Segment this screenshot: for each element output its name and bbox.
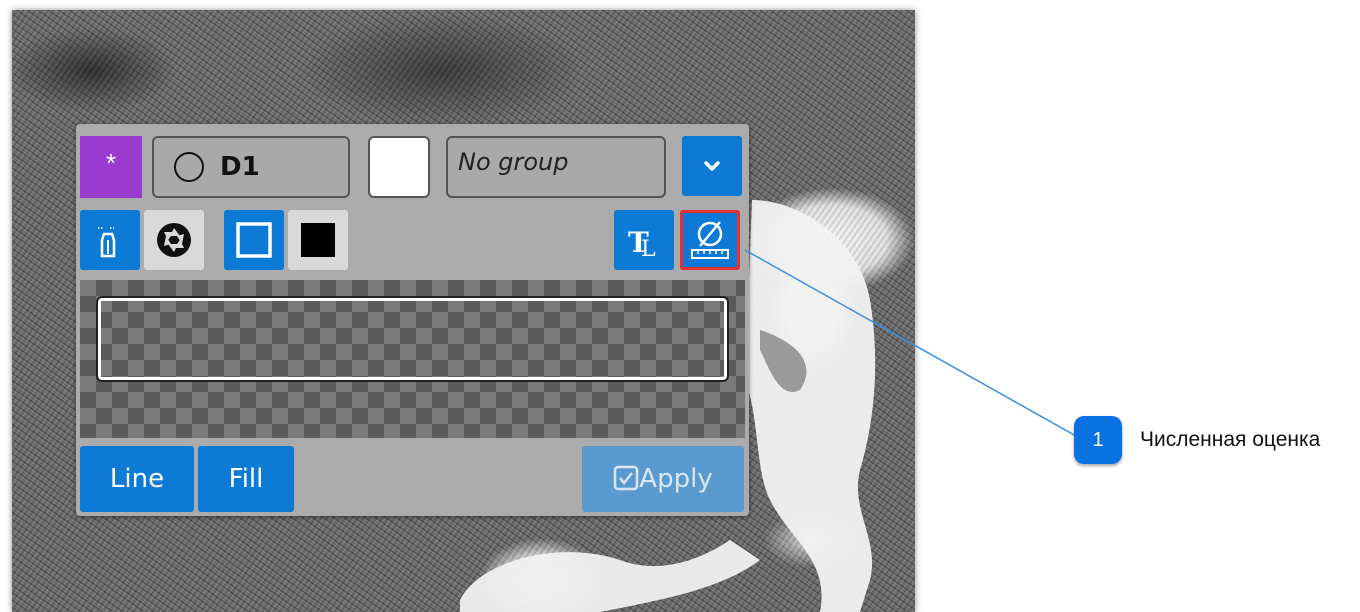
text-tool-icon: T L	[628, 226, 656, 262]
outline-square-icon	[236, 222, 272, 258]
callout-badge: 1	[1074, 416, 1122, 464]
apply-button-label: Apply	[639, 464, 713, 494]
checkbox-icon	[614, 465, 639, 491]
star-button[interactable]: *	[80, 136, 142, 198]
shape-name-field[interactable]: D1	[152, 136, 350, 198]
callout-text: Численная оценка	[1140, 428, 1321, 451]
fill-button-label: Fill	[228, 464, 264, 494]
group-select[interactable]: No group	[446, 136, 666, 198]
text-tool-button[interactable]: T L	[614, 210, 674, 270]
aperture-icon	[157, 223, 191, 257]
apply-button[interactable]: Apply	[582, 446, 744, 512]
outline-style-button[interactable]	[224, 210, 284, 270]
dropdown-button[interactable]	[682, 136, 742, 196]
aperture-tool-button[interactable]	[144, 210, 204, 270]
star-icon: *	[105, 148, 117, 178]
color-swatch-button[interactable]	[368, 136, 430, 198]
circle-shape-icon	[174, 152, 204, 182]
svg-text:L: L	[641, 237, 656, 262]
measure-button[interactable]	[680, 210, 740, 270]
stroke-preview	[96, 296, 729, 382]
line-button-label: Line	[109, 464, 165, 494]
annotation-style-panel: * D1 No group T L Line Fill Apply	[76, 124, 749, 516]
style-preview-area	[80, 280, 745, 438]
callout-number: 1	[1092, 429, 1104, 451]
group-placeholder: No group	[458, 148, 569, 176]
fill-button[interactable]: Fill	[198, 446, 294, 512]
draw-tool-button[interactable]	[80, 210, 140, 270]
filled-square-icon	[301, 223, 335, 257]
filled-style-button[interactable]	[288, 210, 348, 270]
pencil-icon	[98, 227, 116, 258]
chevron-down-icon	[704, 161, 720, 171]
measure-icon	[691, 221, 729, 259]
line-button[interactable]: Line	[80, 446, 194, 512]
shape-name-text: D1	[220, 152, 260, 182]
